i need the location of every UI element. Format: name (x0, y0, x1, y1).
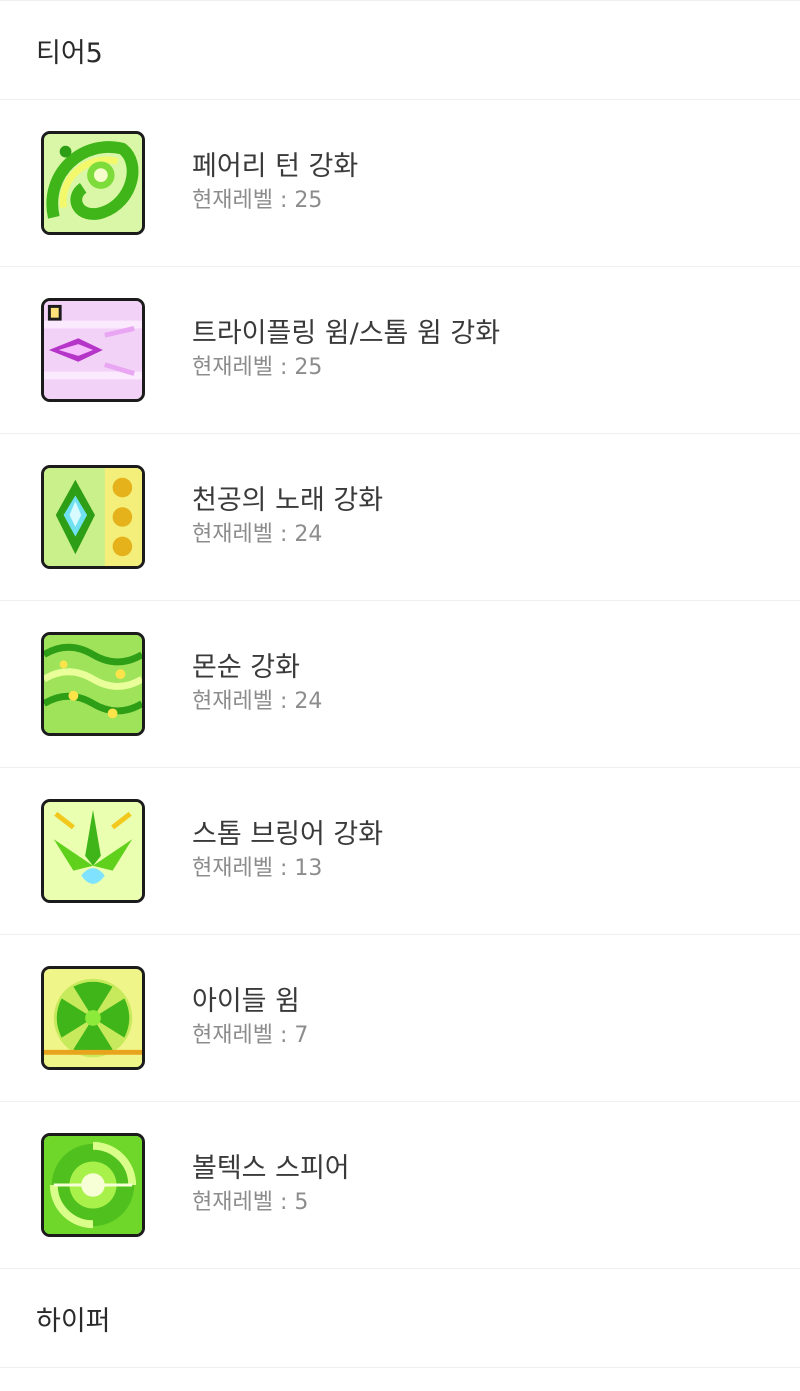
skill-list: 티어5 페어리 턴 강화 현재레벨 : 25 트라이플링 윔/스톰 윔 강화 현… (0, 0, 800, 1368)
skill-row[interactable]: 몬순 강화 현재레벨 : 24 (0, 601, 800, 767)
skill-name: 천공의 노래 강화 (192, 485, 384, 516)
skill-name: 스톰 브링어 강화 (192, 819, 384, 850)
monsoon-icon (41, 632, 145, 736)
skill-row[interactable]: 아이들 윔 현재레벨 : 7 (0, 935, 800, 1101)
divider (0, 1367, 800, 1368)
section-header-tier5[interactable]: 티어5 (0, 1, 800, 99)
section-header-label: 티어5 (36, 37, 103, 69)
skill-level: 현재레벨 : 24 (192, 689, 323, 714)
vortex-sphere-icon (41, 1133, 145, 1237)
skill-row[interactable]: 페어리 턴 강화 현재레벨 : 25 (0, 100, 800, 266)
skill-name: 볼텍스 스피어 (192, 1153, 350, 1184)
skill-name: 페어리 턴 강화 (192, 151, 359, 182)
skill-name: 몬순 강화 (192, 652, 300, 683)
skill-level: 현재레벨 : 5 (192, 1190, 309, 1215)
section-header-hyper[interactable]: 하이퍼 (0, 1269, 800, 1367)
song-of-heaven-icon (41, 465, 145, 569)
storm-bringer-icon (41, 799, 145, 903)
skill-row[interactable]: 트라이플링 윔/스톰 윔 강화 현재레벨 : 25 (0, 267, 800, 433)
skill-name: 아이들 윔 (192, 986, 300, 1017)
idle-whim-icon (41, 966, 145, 1070)
section-header-label: 하이퍼 (36, 1305, 111, 1337)
skill-level: 현재레벨 : 25 (192, 355, 323, 380)
trifling-whim-icon (41, 298, 145, 402)
skill-row[interactable]: 볼텍스 스피어 현재레벨 : 5 (0, 1102, 800, 1268)
skill-level: 현재레벨 : 24 (192, 522, 323, 547)
skill-level: 현재레벨 : 13 (192, 856, 323, 881)
skill-name: 트라이플링 윔/스톰 윔 강화 (192, 318, 501, 349)
skill-level: 현재레벨 : 25 (192, 188, 323, 213)
skill-row[interactable]: 스톰 브링어 강화 현재레벨 : 13 (0, 768, 800, 934)
skill-level: 현재레벨 : 7 (192, 1023, 309, 1048)
fairy-turn-icon (41, 131, 145, 235)
skill-row[interactable]: 천공의 노래 강화 현재레벨 : 24 (0, 434, 800, 600)
